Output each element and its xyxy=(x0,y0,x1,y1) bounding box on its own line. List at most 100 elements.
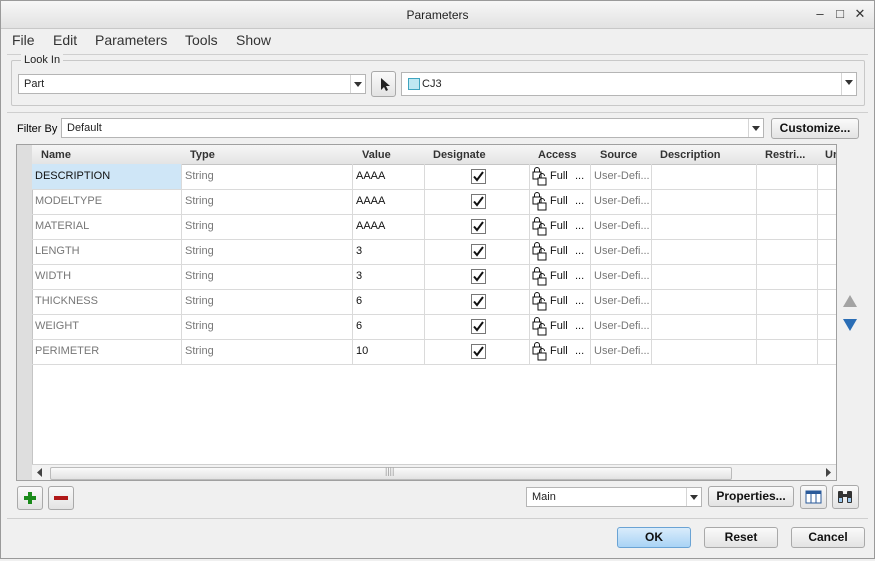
cell-access[interactable]: Full... xyxy=(530,339,591,364)
cell-name[interactable]: WIDTH xyxy=(32,264,182,289)
cell-description[interactable] xyxy=(652,314,757,339)
cell-type[interactable]: String xyxy=(182,264,353,289)
cell-description[interactable] xyxy=(652,164,757,189)
access-more-button[interactable]: ... xyxy=(575,220,584,232)
cell-designate[interactable] xyxy=(425,314,530,339)
cell-source[interactable]: User-Defi... xyxy=(591,339,652,364)
cell-value[interactable]: AAAA xyxy=(353,189,425,214)
cell-source[interactable]: User-Defi... xyxy=(591,289,652,314)
cell-description[interactable] xyxy=(652,239,757,264)
customize-button[interactable]: Customize... xyxy=(771,118,859,139)
cell-source[interactable]: User-Defi... xyxy=(591,189,652,214)
cell-source[interactable]: User-Defi... xyxy=(591,239,652,264)
cell-value[interactable]: 3 xyxy=(353,239,425,264)
cell-value[interactable]: 6 xyxy=(353,289,425,314)
cell-type[interactable]: String xyxy=(182,339,353,364)
cell-description[interactable] xyxy=(652,289,757,314)
look-in-model-select[interactable]: CJ3 xyxy=(401,72,857,96)
cell-access[interactable]: Full... xyxy=(530,314,591,339)
cell-source[interactable]: User-Defi... xyxy=(591,164,652,189)
cell-description[interactable] xyxy=(652,189,757,214)
cell-unit[interactable] xyxy=(818,214,836,239)
col-unit[interactable]: Ur xyxy=(825,149,836,161)
cell-type[interactable]: String xyxy=(182,214,353,239)
checkbox-checked-icon[interactable] xyxy=(471,269,486,284)
cell-restricted[interactable] xyxy=(757,214,818,239)
filter-by-select[interactable]: Default xyxy=(61,118,764,138)
table-row[interactable]: WEIGHT String 6 Full... User-Defi... xyxy=(32,314,836,340)
parameters-table[interactable]: Name Type Value Designate Access Source … xyxy=(16,144,837,481)
access-more-button[interactable]: ... xyxy=(575,320,584,332)
cell-unit[interactable] xyxy=(818,264,836,289)
cell-unit[interactable] xyxy=(818,314,836,339)
cell-name[interactable]: MATERIAL xyxy=(32,214,182,239)
cell-name[interactable]: LENGTH xyxy=(32,239,182,264)
chevron-down-icon[interactable] xyxy=(748,119,763,137)
cell-unit[interactable] xyxy=(818,339,836,364)
checkbox-checked-icon[interactable] xyxy=(471,294,486,309)
table-row[interactable]: PERIMETER String 10 Full... User-Defi... xyxy=(32,339,836,365)
cell-access[interactable]: Full... xyxy=(530,264,591,289)
col-type[interactable]: Type xyxy=(190,149,215,161)
menu-tools[interactable]: Tools xyxy=(185,32,218,48)
cell-restricted[interactable] xyxy=(757,314,818,339)
access-more-button[interactable]: ... xyxy=(575,270,584,282)
menu-edit[interactable]: Edit xyxy=(53,32,77,48)
cell-type[interactable]: String xyxy=(182,239,353,264)
cell-restricted[interactable] xyxy=(757,239,818,264)
cell-name[interactable]: DESCRIPTION xyxy=(32,164,182,189)
cell-unit[interactable] xyxy=(818,289,836,314)
chevron-down-icon[interactable] xyxy=(841,73,856,95)
table-row[interactable]: MODELTYPE String AAAA Full... User-Defi... xyxy=(32,189,836,215)
table-row[interactable]: MATERIAL String AAAA Full... User-Defi... xyxy=(32,214,836,240)
add-parameter-button[interactable] xyxy=(17,486,43,510)
cancel-button[interactable]: Cancel xyxy=(791,527,865,548)
col-name[interactable]: Name xyxy=(41,149,71,161)
checkbox-checked-icon[interactable] xyxy=(471,244,486,259)
cell-designate[interactable] xyxy=(425,164,530,189)
cell-name[interactable]: MODELTYPE xyxy=(32,189,182,214)
minimize-icon[interactable]: – xyxy=(812,6,828,21)
table-columns-button[interactable] xyxy=(800,485,827,509)
move-up-icon[interactable] xyxy=(843,295,857,307)
cell-source[interactable]: User-Defi... xyxy=(591,214,652,239)
cell-type[interactable]: String xyxy=(182,164,353,189)
col-access[interactable]: Access xyxy=(538,149,577,161)
cell-value[interactable]: 10 xyxy=(353,339,425,364)
scroll-right-icon[interactable] xyxy=(824,468,832,477)
access-more-button[interactable]: ... xyxy=(575,295,584,307)
select-model-button[interactable] xyxy=(371,71,396,97)
look-in-type-select[interactable]: Part xyxy=(18,74,366,94)
menu-show[interactable]: Show xyxy=(236,32,271,48)
cell-description[interactable] xyxy=(652,264,757,289)
cell-designate[interactable] xyxy=(425,239,530,264)
col-designate[interactable]: Designate xyxy=(433,149,486,161)
access-more-button[interactable]: ... xyxy=(575,245,584,257)
chevron-down-icon[interactable] xyxy=(350,75,365,93)
checkbox-checked-icon[interactable] xyxy=(471,344,486,359)
properties-button[interactable]: Properties... xyxy=(708,486,794,507)
access-more-button[interactable]: ... xyxy=(575,195,584,207)
cell-unit[interactable] xyxy=(818,189,836,214)
chevron-down-icon[interactable] xyxy=(686,488,701,506)
cell-access[interactable]: Full... xyxy=(530,214,591,239)
cell-designate[interactable] xyxy=(425,264,530,289)
cell-value[interactable]: 6 xyxy=(353,314,425,339)
maximize-icon[interactable]: □ xyxy=(832,6,848,21)
checkbox-checked-icon[interactable] xyxy=(471,319,486,334)
scrollbar-thumb[interactable]: |||| xyxy=(50,466,732,480)
table-row[interactable]: WIDTH String 3 Full... User-Defi... xyxy=(32,264,836,290)
reset-button[interactable]: Reset xyxy=(704,527,778,548)
cell-name[interactable]: WEIGHT xyxy=(32,314,182,339)
table-row[interactable]: LENGTH String 3 Full... User-Defi... xyxy=(32,239,836,265)
ok-button[interactable]: OK xyxy=(617,527,691,548)
title-bar[interactable]: Parameters – □ ✕ xyxy=(1,1,874,29)
cell-restricted[interactable] xyxy=(757,264,818,289)
table-row[interactable]: DESCRIPTION String AAAA Full... User-Defi... xyxy=(32,164,836,190)
checkbox-checked-icon[interactable] xyxy=(471,169,486,184)
cell-designate[interactable] xyxy=(425,339,530,364)
remove-parameter-button[interactable] xyxy=(48,486,74,510)
checkbox-checked-icon[interactable] xyxy=(471,194,486,209)
cell-restricted[interactable] xyxy=(757,164,818,189)
checkbox-checked-icon[interactable] xyxy=(471,219,486,234)
